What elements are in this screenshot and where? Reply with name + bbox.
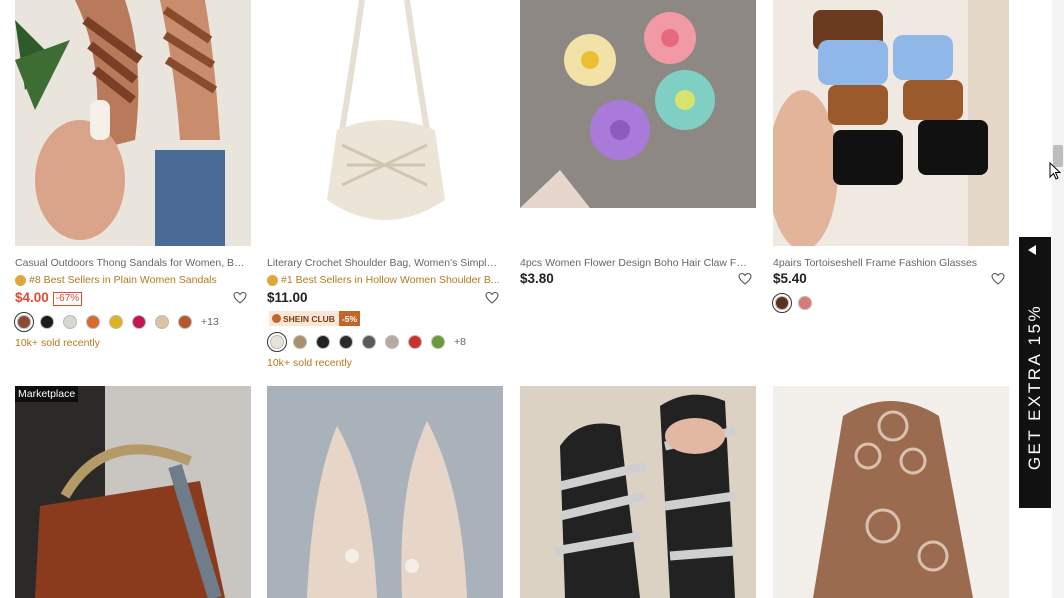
product-price: $11.00 xyxy=(267,290,308,305)
club-logo-icon xyxy=(272,314,281,323)
product-title[interactable]: Casual Outdoors Thong Sandals for Women,… xyxy=(15,257,247,269)
price-value: $4.00 xyxy=(15,290,49,305)
wishlist-heart-icon[interactable] xyxy=(738,272,752,286)
marketplace-badge: Marketplace xyxy=(15,386,79,402)
sold-count: 10k+ sold recently xyxy=(267,357,352,369)
product-image-flats[interactable] xyxy=(267,386,503,598)
crochet-bag-photo xyxy=(267,0,503,246)
product-image-sandals[interactable] xyxy=(15,0,251,246)
page-scrollbar[interactable] xyxy=(1052,0,1064,598)
color-swatch[interactable] xyxy=(155,315,169,329)
color-swatch[interactable] xyxy=(362,335,376,349)
strap-sandals-photo xyxy=(520,386,756,598)
best-seller-rank[interactable]: #8 Best Sellers in Plain Women Sandals xyxy=(15,274,247,286)
product-image-hair-claw[interactable] xyxy=(520,0,756,208)
color-swatch[interactable] xyxy=(267,332,287,352)
discount-badge: -67% xyxy=(52,292,83,306)
flats-photo xyxy=(267,386,503,598)
hair-claw-photo xyxy=(520,0,756,208)
color-swatches: +8 xyxy=(267,332,466,352)
promo-side-tab[interactable]: GET EXTRA 15% xyxy=(1019,237,1051,508)
color-swatch[interactable] xyxy=(63,315,77,329)
medal-icon xyxy=(15,274,26,286)
color-swatch[interactable] xyxy=(385,335,399,349)
color-swatch[interactable] xyxy=(339,335,353,349)
product-title[interactable]: Literary Crochet Shoulder Bag, Women's S… xyxy=(267,257,499,269)
color-swatch[interactable] xyxy=(293,335,307,349)
collapse-arrow-icon[interactable] xyxy=(1028,245,1036,255)
color-swatch[interactable] xyxy=(109,315,123,329)
promo-text: GET EXTRA 15% xyxy=(1025,303,1044,471)
shein-club-badge: SHEIN CLUB -5% xyxy=(269,311,361,326)
product-image-lace-scarf[interactable] xyxy=(773,386,1009,598)
color-swatch[interactable] xyxy=(40,315,54,329)
product-image-glasses[interactable] xyxy=(773,0,1009,246)
wishlist-heart-icon[interactable] xyxy=(233,291,247,305)
sold-count: 10k+ sold recently xyxy=(15,337,100,349)
color-swatch[interactable] xyxy=(316,335,330,349)
product-price: $4.00 -67% xyxy=(15,290,83,306)
color-swatch[interactable] xyxy=(408,335,422,349)
color-swatch[interactable] xyxy=(86,315,100,329)
leather-bag-photo xyxy=(15,386,251,598)
medal-icon xyxy=(267,274,278,286)
product-price: $3.80 xyxy=(520,271,554,286)
product-title[interactable]: 4pcs Women Flower Design Boho Hair Claw … xyxy=(520,257,752,269)
glasses-photo xyxy=(773,0,1009,246)
wishlist-heart-icon[interactable] xyxy=(991,272,1005,286)
product-image-strap-sandals[interactable] xyxy=(520,386,756,598)
color-swatch[interactable] xyxy=(798,296,812,310)
mouse-cursor-icon xyxy=(1049,162,1061,180)
product-title[interactable]: 4pairs Tortoiseshell Frame Fashion Glass… xyxy=(773,257,1005,269)
product-image-leather-bag[interactable]: Marketplace xyxy=(15,386,251,598)
color-swatches xyxy=(772,293,812,313)
more-colors-count[interactable]: +8 xyxy=(454,336,466,348)
color-swatch[interactable] xyxy=(178,315,192,329)
wishlist-heart-icon[interactable] xyxy=(485,291,499,305)
best-seller-rank-text: #8 Best Sellers in Plain Women Sandals xyxy=(29,274,217,286)
more-colors-count[interactable]: +13 xyxy=(201,316,219,328)
best-seller-rank[interactable]: #1 Best Sellers in Hollow Women Shoulder… xyxy=(267,274,499,286)
color-swatch[interactable] xyxy=(772,293,792,313)
color-swatches: +13 xyxy=(14,312,219,332)
club-discount: -5% xyxy=(338,311,361,326)
sandals-photo xyxy=(15,0,251,246)
product-price: $5.40 xyxy=(773,271,807,286)
best-seller-rank-text: #1 Best Sellers in Hollow Women Shoulder… xyxy=(281,274,499,286)
color-swatch[interactable] xyxy=(132,315,146,329)
club-label: SHEIN CLUB xyxy=(283,313,335,324)
product-image-crochet-bag[interactable] xyxy=(267,0,503,246)
color-swatch[interactable] xyxy=(14,312,34,332)
color-swatch[interactable] xyxy=(431,335,445,349)
lace-scarf-photo xyxy=(773,386,1009,598)
